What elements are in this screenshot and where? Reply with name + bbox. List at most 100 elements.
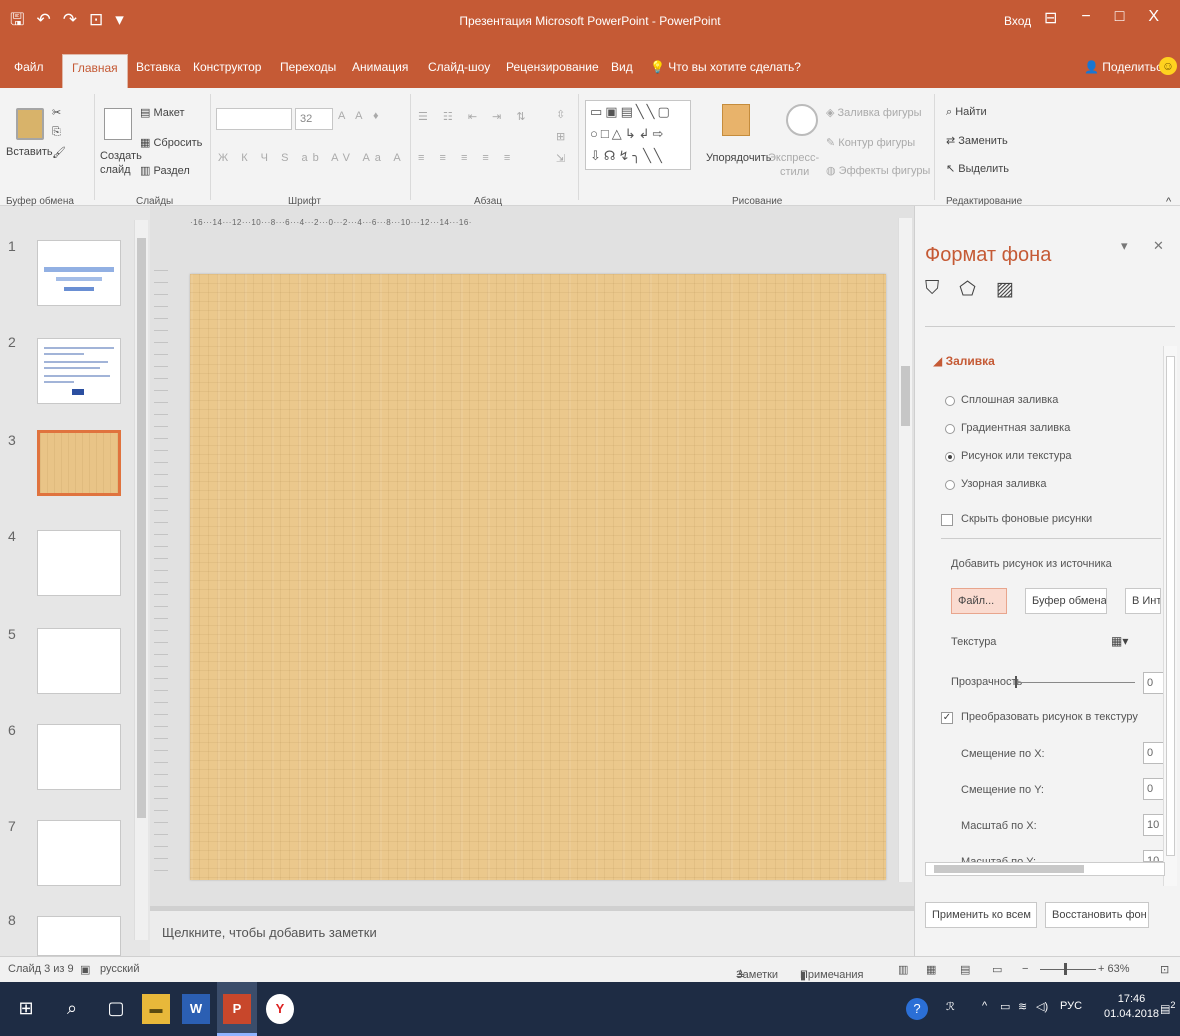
slide-thumbnail-4[interactable] <box>37 530 121 596</box>
font-formatting-buttons[interactable]: Ж К Ч S ab AV Aa A <box>218 152 406 164</box>
fill-icon[interactable]: ⛉ <box>925 278 939 301</box>
new-slide-button[interactable]: Создать <box>100 150 142 162</box>
reset-button[interactable]: ▦ Сбросить <box>140 136 202 149</box>
picture-icon[interactable]: ▨ <box>996 278 1014 301</box>
font-size-controls[interactable]: A A ♦ <box>338 110 383 122</box>
slide-thumbnail-6[interactable] <box>37 724 121 790</box>
radio-picture-fill[interactable] <box>945 452 955 462</box>
task-view-icon[interactable]: ▢ <box>104 996 128 1020</box>
list-buttons[interactable]: ☰ ☷ ⇤ ⇥ ⇅ <box>418 110 532 123</box>
pane-horizontal-scrollbar[interactable] <box>925 862 1165 876</box>
feedback-smiley-icon[interactable]: ☺ <box>1159 57 1177 75</box>
scroll-thumb[interactable] <box>934 865 1084 873</box>
section-button[interactable]: ▥ Раздел <box>140 164 190 177</box>
canvas-scrollbar[interactable] <box>898 218 912 882</box>
close-button[interactable]: X <box>1148 8 1159 28</box>
format-painter-icon[interactable]: 🖌 <box>52 146 66 159</box>
pane-options-icon[interactable]: ▾ <box>1121 238 1128 254</box>
normal-view-icon[interactable]: ▥ <box>898 963 908 976</box>
paste-icon[interactable] <box>16 108 44 140</box>
slide-thumbnail-7[interactable] <box>37 820 121 886</box>
alignment-buttons[interactable]: ≡ ≡ ≡ ≡ ≡ <box>418 152 516 164</box>
network-icon[interactable]: ▭ <box>1000 1000 1010 1013</box>
keyboard-language[interactable]: РУС <box>1060 1000 1082 1012</box>
slide-thumbnail-8[interactable] <box>37 916 121 956</box>
scroll-thumb[interactable] <box>901 366 910 426</box>
fill-section-header[interactable]: ◢ Заливка <box>933 354 995 368</box>
new-slide-button-line2[interactable]: слайд <box>100 164 131 176</box>
copy-icon[interactable]: ⎘ <box>52 126 61 139</box>
zoom-slider-thumb[interactable] <box>1064 963 1067 975</box>
shape-effects-button[interactable]: ◍ Эффекты фигуры <box>826 164 930 177</box>
new-slide-icon[interactable] <box>104 108 132 140</box>
replace-button[interactable]: ⇄ Заменить <box>946 134 1008 147</box>
tell-me-box[interactable]: 💡 Что вы хотите сделать? <box>650 60 801 74</box>
tab-review[interactable]: Рецензирование <box>506 60 599 74</box>
slide-thumbnail-2[interactable] <box>37 338 121 404</box>
wifi-icon[interactable]: ≋ <box>1018 1000 1027 1013</box>
effects-icon[interactable]: ⬠ <box>959 278 976 301</box>
reading-view-icon[interactable]: ▤ <box>960 963 970 976</box>
paste-button[interactable]: Вставить <box>6 146 53 158</box>
hide-background-checkbox[interactable] <box>941 514 953 526</box>
minimize-button[interactable]: − <box>1081 8 1090 28</box>
current-slide[interactable] <box>190 274 886 880</box>
tile-checkbox[interactable]: ✓ <box>941 712 953 724</box>
cut-icon[interactable]: ✂ <box>52 106 61 119</box>
notes-pane[interactable]: Щелкните, чтобы добавить заметки <box>150 910 914 956</box>
tab-insert[interactable]: Вставка <box>136 60 181 74</box>
language-indicator[interactable]: русский <box>100 963 139 975</box>
file-explorer-icon[interactable]: ▬ <box>142 994 170 1024</box>
pane-close-icon[interactable]: ✕ <box>1153 238 1164 254</box>
tab-file[interactable]: Файл <box>14 60 44 74</box>
share-button[interactable]: 👤 Поделиться <box>1084 60 1169 74</box>
volume-icon[interactable]: ◁) <box>1036 1000 1048 1013</box>
pane-scrollbar[interactable] <box>1163 346 1177 886</box>
shape-fill-button[interactable]: ◈ Заливка фигуры <box>826 106 922 119</box>
slide-thumbnail-5[interactable] <box>37 628 121 694</box>
shape-outline-button[interactable]: ✎ Контур фигуры <box>826 136 915 149</box>
ribbon-display-options-icon[interactable]: ⊟ <box>1044 8 1057 28</box>
people-icon[interactable]: ℛ <box>946 1000 955 1013</box>
tab-view[interactable]: Вид <box>611 60 633 74</box>
tab-slideshow[interactable]: Слайд-шоу <box>428 60 490 74</box>
radio-solid-fill[interactable] <box>945 396 955 406</box>
transparency-slider[interactable] <box>1015 682 1135 683</box>
arrange-button[interactable]: Упорядочить <box>706 152 771 164</box>
slide-thumbnail-3[interactable] <box>37 430 121 496</box>
apply-to-all-button[interactable]: Применить ко всем <box>925 902 1037 928</box>
sign-in-link[interactable]: Вход <box>1004 14 1031 28</box>
tab-animations[interactable]: Анимация <box>352 60 408 74</box>
texture-picker[interactable]: ▦▾ <box>1111 634 1128 648</box>
tray-expand-icon[interactable]: ^ <box>982 1000 987 1012</box>
quick-styles-button-line2[interactable]: стили <box>780 166 809 178</box>
file-button[interactable]: Файл... <box>951 588 1007 614</box>
arrange-icon[interactable] <box>722 104 750 136</box>
radio-pattern-fill[interactable] <box>945 480 955 490</box>
powerpoint-icon[interactable]: P <box>223 994 251 1024</box>
scroll-thumb[interactable] <box>1166 356 1175 856</box>
windows-start-icon[interactable]: ⊞ <box>14 996 38 1020</box>
tab-transitions[interactable]: Переходы <box>280 60 336 74</box>
tab-home[interactable]: Главная <box>62 54 128 88</box>
layout-button[interactable]: ▤ Макет <box>140 106 185 119</box>
tab-design[interactable]: Конструктор <box>193 60 261 74</box>
search-icon[interactable]: ⌕ <box>60 996 84 1020</box>
thumbnails-scrollbar[interactable] <box>134 220 148 940</box>
font-name-input[interactable] <box>216 108 292 130</box>
transparency-slider-thumb[interactable] <box>1015 676 1017 688</box>
select-button[interactable]: ↖ Выделить <box>946 162 1009 175</box>
zoom-slider[interactable] <box>1040 969 1096 970</box>
scroll-thumb[interactable] <box>137 238 146 818</box>
notification-center-icon[interactable]: ▤2 <box>1160 1000 1176 1016</box>
spellcheck-icon[interactable]: ▣ <box>80 963 90 976</box>
quick-styles-icon[interactable] <box>786 104 818 136</box>
find-button[interactable]: ⌕ Найти <box>946 106 987 119</box>
slide-sorter-icon[interactable]: ▦ <box>926 963 936 976</box>
slideshow-view-icon[interactable]: ▭ <box>992 963 1002 976</box>
online-button[interactable]: В Инт <box>1125 588 1161 614</box>
help-icon[interactable]: ? <box>906 998 928 1020</box>
maximize-button[interactable]: □ <box>1115 8 1125 28</box>
slide-thumbnail-1[interactable] <box>37 240 121 306</box>
radio-gradient-fill[interactable] <box>945 424 955 434</box>
